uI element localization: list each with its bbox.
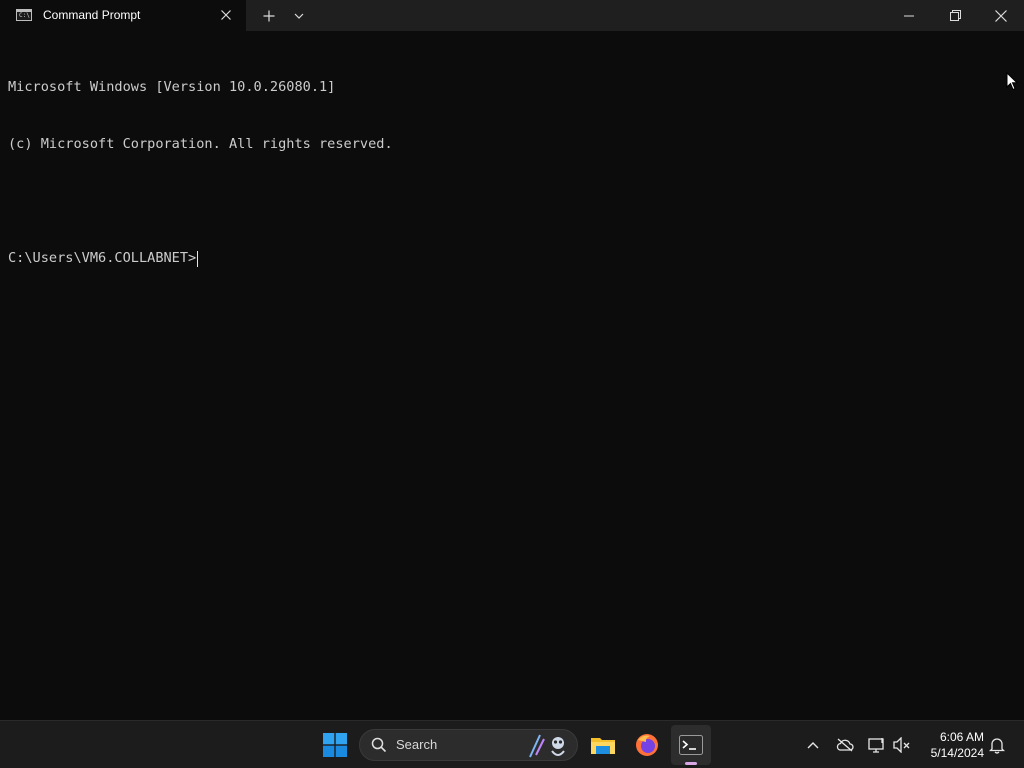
notifications-button[interactable] — [986, 733, 1008, 757]
network-tray-icon[interactable] — [866, 733, 888, 757]
plus-icon — [263, 10, 275, 21]
minimize-button[interactable] — [886, 0, 932, 31]
taskbar-search-box[interactable]: Search — [359, 729, 578, 761]
search-label: Search — [396, 737, 438, 752]
terminal-line: Microsoft Windows [Version 10.0.26080.1] — [8, 79, 336, 95]
restore-button[interactable] — [932, 0, 978, 31]
new-tab-button[interactable] — [256, 0, 282, 31]
minimize-icon — [904, 15, 914, 16]
command-prompt-icon: C:\ — [16, 9, 32, 21]
chevron-up-icon — [807, 742, 819, 749]
volume-tray-icon[interactable] — [891, 733, 913, 757]
terminal-line: (c) Microsoft Corporation. All rights re… — [8, 136, 393, 152]
command-prompt-text: C:\Users\VM6.COLLABNET> — [8, 250, 197, 266]
restore-icon — [949, 10, 961, 21]
search-highlight-icon — [529, 734, 565, 758]
terminal-icon — [679, 735, 703, 755]
taskbar-terminal[interactable] — [671, 725, 711, 765]
mouse-pointer-icon — [1006, 71, 1019, 95]
text-caret — [197, 250, 199, 267]
taskbar-file-explorer[interactable] — [583, 725, 623, 765]
taskbar-firefox[interactable] — [627, 725, 667, 765]
tab-close-button[interactable] — [214, 4, 238, 26]
close-icon — [221, 10, 231, 20]
windows-logo-icon — [323, 733, 347, 757]
start-button[interactable] — [318, 727, 352, 763]
title-bar[interactable]: C:\ Command Prompt — [0, 0, 1024, 31]
running-indicator — [685, 762, 697, 765]
tab-dropdown-button[interactable] — [288, 0, 310, 31]
search-icon — [371, 737, 387, 753]
folder-icon — [591, 738, 615, 754]
tab-command-prompt[interactable]: C:\ Command Prompt — [0, 0, 246, 31]
network-icon — [868, 738, 884, 753]
prompt-line[interactable]: C:\Users\VM6.COLLABNET> — [8, 249, 1024, 268]
tab-title: Command Prompt — [43, 8, 141, 22]
terminal-output[interactable]: Microsoft Windows [Version 10.0.26080.1]… — [8, 40, 1024, 306]
firefox-icon — [636, 734, 658, 756]
show-hidden-icons-button[interactable] — [802, 733, 824, 757]
clock-date: 5/14/2024 — [930, 746, 984, 760]
chevron-down-icon — [294, 13, 304, 19]
clock-time: 6:06 AM — [939, 730, 984, 744]
terminal-window: C:\ Command Prompt Microsoft Windows [Ve… — [0, 0, 1024, 720]
bell-icon — [989, 738, 1005, 754]
taskbar: Search 6:06 AM 5/14/2024 — [0, 720, 1024, 768]
close-window-button[interactable] — [978, 0, 1024, 31]
volume-muted-icon — [893, 737, 910, 753]
onedrive-tray-icon[interactable] — [834, 733, 856, 757]
taskbar-clock[interactable]: 6:06 AM 5/14/2024 — [918, 729, 984, 761]
cloud-off-icon — [836, 738, 854, 752]
tab-icon-text: C:\ — [19, 12, 30, 19]
close-icon — [995, 9, 1007, 22]
